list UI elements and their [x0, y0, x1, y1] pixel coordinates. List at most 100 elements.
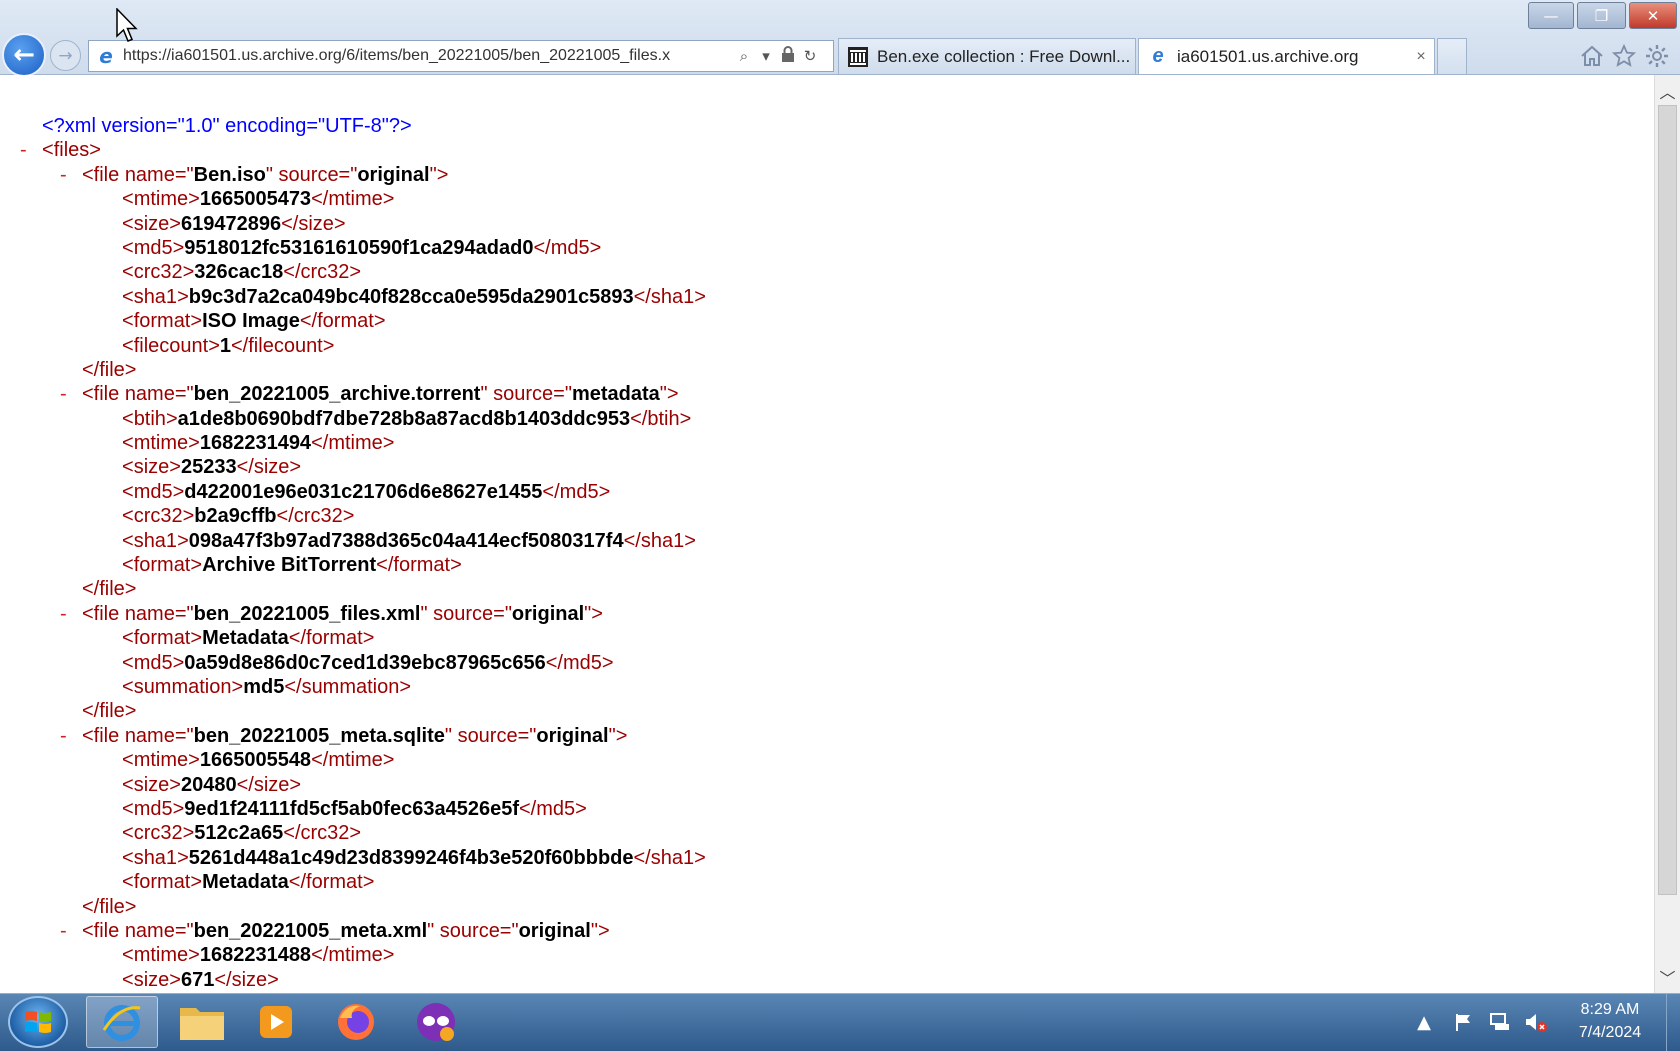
scroll-down-icon[interactable]: ﹀ — [1655, 965, 1680, 989]
field-value: Metadata — [202, 871, 289, 894]
media-player-icon — [260, 1006, 292, 1038]
xml-field-mtime: <mtime>1682231488</mtime> — [122, 944, 395, 967]
firefox-icon — [338, 1004, 374, 1040]
field-close-tag: filecount — [248, 334, 323, 357]
restore-button[interactable]: ❐ — [1577, 2, 1626, 29]
field-close-tag: mtime — [328, 188, 383, 211]
forward-button[interactable]: → — [50, 40, 81, 71]
xml-field-format: <format>Archive BitTorrent</format> — [122, 554, 462, 577]
collapse-toggle[interactable]: - — [60, 919, 67, 943]
field-value: d422001e96e031c21706d6e8627e1455 — [184, 480, 543, 503]
file-name-value: ben_20221005_meta.sqlite — [193, 724, 445, 747]
archive-icon — [847, 46, 869, 68]
field-value: a1de8b0690bdf7dbe728b8a87acd8b1403ddc953 — [177, 407, 631, 430]
collapse-toggle[interactable]: - — [60, 724, 67, 748]
field-value: 326cac18 — [194, 261, 284, 284]
minimize-button[interactable]: — — [1528, 2, 1574, 29]
field-close-tag: crc32 — [300, 261, 350, 284]
xml-field-format: <format>Metadata</format> — [122, 627, 375, 650]
field-value: 619472896 — [180, 212, 282, 235]
address-bar[interactable]: e https://ia601501.us.archive.org/6/item… — [88, 40, 834, 72]
field-tag: crc32 — [133, 822, 183, 845]
volume-muted-icon[interactable] — [1524, 1010, 1548, 1034]
tab-archive-xml[interactable]: e ia601501.us.archive.org × — [1138, 38, 1435, 74]
xml-field-size: <size>671</size> — [122, 968, 279, 991]
field-value: 1 — [219, 334, 231, 357]
field-close-tag: mtime — [328, 749, 383, 772]
field-close-tag: size — [231, 968, 268, 991]
field-tag: sha1 — [133, 846, 178, 869]
file-source-value: original — [518, 919, 591, 942]
file-source-value: original — [511, 602, 585, 625]
xml-file-open: - <file name="ben_20221005_archive.torren… — [60, 382, 679, 406]
field-close-tag: size — [253, 456, 290, 479]
field-value: md5 — [243, 675, 285, 698]
xml-root-tag: files — [53, 139, 90, 162]
close-tab-icon[interactable]: × — [1408, 48, 1434, 66]
xml-file-open: - <file name="Ben.iso" source="original"> — [60, 163, 449, 187]
show-hidden-icons-icon[interactable]: ▲ — [1412, 1010, 1436, 1034]
taskbar-firefox[interactable] — [320, 996, 392, 1048]
tab-ben-collection[interactable]: Ben.exe collection : Free Downl... — [838, 38, 1136, 74]
xml-field-filecount: <filecount>1</filecount> — [122, 334, 335, 357]
field-value: 671 — [180, 968, 215, 991]
taskbar-internet-explorer[interactable] — [86, 996, 158, 1048]
collapse-toggle[interactable]: - — [20, 138, 27, 162]
search-icon[interactable]: ⌕ — [733, 47, 755, 65]
field-tag: filecount — [133, 334, 209, 357]
field-close-tag: sha1 — [650, 846, 695, 869]
refresh-icon[interactable]: ↻ — [799, 47, 821, 65]
field-tag: summation — [133, 675, 232, 698]
collapse-toggle[interactable]: - — [60, 382, 67, 406]
browser-chrome: — ❐ ✕ ← → e https://ia601501.us.archive.… — [0, 0, 1680, 77]
taskbar-tor-browser[interactable] — [400, 996, 472, 1048]
field-close-tag: size — [298, 212, 334, 235]
taskbar-media-player[interactable] — [240, 996, 312, 1048]
back-button[interactable]: ← — [2, 33, 46, 77]
field-close-tag: md5 — [559, 480, 599, 503]
scrollbar-thumb[interactable] — [1658, 105, 1677, 895]
show-desktop-button[interactable] — [1666, 994, 1680, 1051]
page-content: <?xml version="1.0" encoding="UTF-8"?> - <… — [0, 75, 1654, 993]
field-value: 098a47f3b97ad7388d365c04a414ecf5080317f4 — [188, 529, 624, 552]
folder-icon — [180, 1008, 224, 1040]
field-tag: size — [133, 456, 170, 479]
field-value: Metadata — [202, 627, 289, 650]
xml-field-crc32: <crc32>b2a9cffb</crc32> — [122, 505, 355, 528]
xml-field-md5: <md5>9ed1f24111fd5cf5ab0fec63a4526e5f</m… — [122, 797, 587, 820]
clock-time[interactable]: 8:29 AM — [1560, 1001, 1660, 1019]
action-center-flag-icon[interactable] — [1452, 1010, 1476, 1034]
vertical-scrollbar[interactable]: ︿ ﹀ — [1654, 75, 1680, 993]
address-url[interactable]: https://ia601501.us.archive.org/6/items/… — [123, 47, 733, 65]
collapse-toggle[interactable]: - — [60, 163, 67, 187]
field-tag: crc32 — [133, 505, 183, 528]
start-button[interactable] — [8, 996, 68, 1048]
dropdown-icon[interactable]: ▾ — [755, 47, 777, 65]
clock-date[interactable]: 7/4/2024 — [1560, 1024, 1660, 1042]
field-tag: crc32 — [133, 261, 183, 284]
home-icon[interactable] — [1578, 42, 1606, 70]
field-value: Archive BitTorrent — [202, 554, 377, 577]
new-tab-button[interactable] — [1437, 38, 1467, 74]
field-value: 25233 — [180, 456, 237, 479]
file-name-value: ben_20221005_archive.torrent — [193, 383, 481, 406]
field-close-tag: mtime — [328, 944, 383, 967]
field-tag: size — [133, 773, 170, 796]
star-icon[interactable] — [1610, 42, 1638, 70]
scroll-up-icon[interactable]: ︿ — [1655, 79, 1680, 103]
xml-file-close: </file> — [82, 578, 137, 601]
field-value: 20480 — [180, 773, 237, 796]
network-icon[interactable] — [1488, 1010, 1512, 1034]
close-window-button[interactable]: ✕ — [1629, 2, 1677, 29]
taskbar-file-explorer[interactable] — [166, 996, 238, 1048]
xml-file-open: - <file name="ben_20221005_meta.sqlite" s… — [60, 724, 628, 748]
field-tag: sha1 — [133, 529, 178, 552]
field-value: 0a59d8e86d0c7ced1d39ebc87965c656 — [184, 651, 546, 674]
gear-icon[interactable] — [1643, 42, 1671, 70]
file-source-value: original — [357, 163, 430, 186]
xml-declaration: <?xml version="1.0" encoding="UTF-8"?> — [0, 114, 706, 138]
lock-icon[interactable] — [777, 46, 799, 66]
field-close-tag: summation — [301, 675, 400, 698]
collapse-toggle[interactable]: - — [60, 602, 67, 626]
field-value: 512c2a65 — [194, 822, 284, 845]
